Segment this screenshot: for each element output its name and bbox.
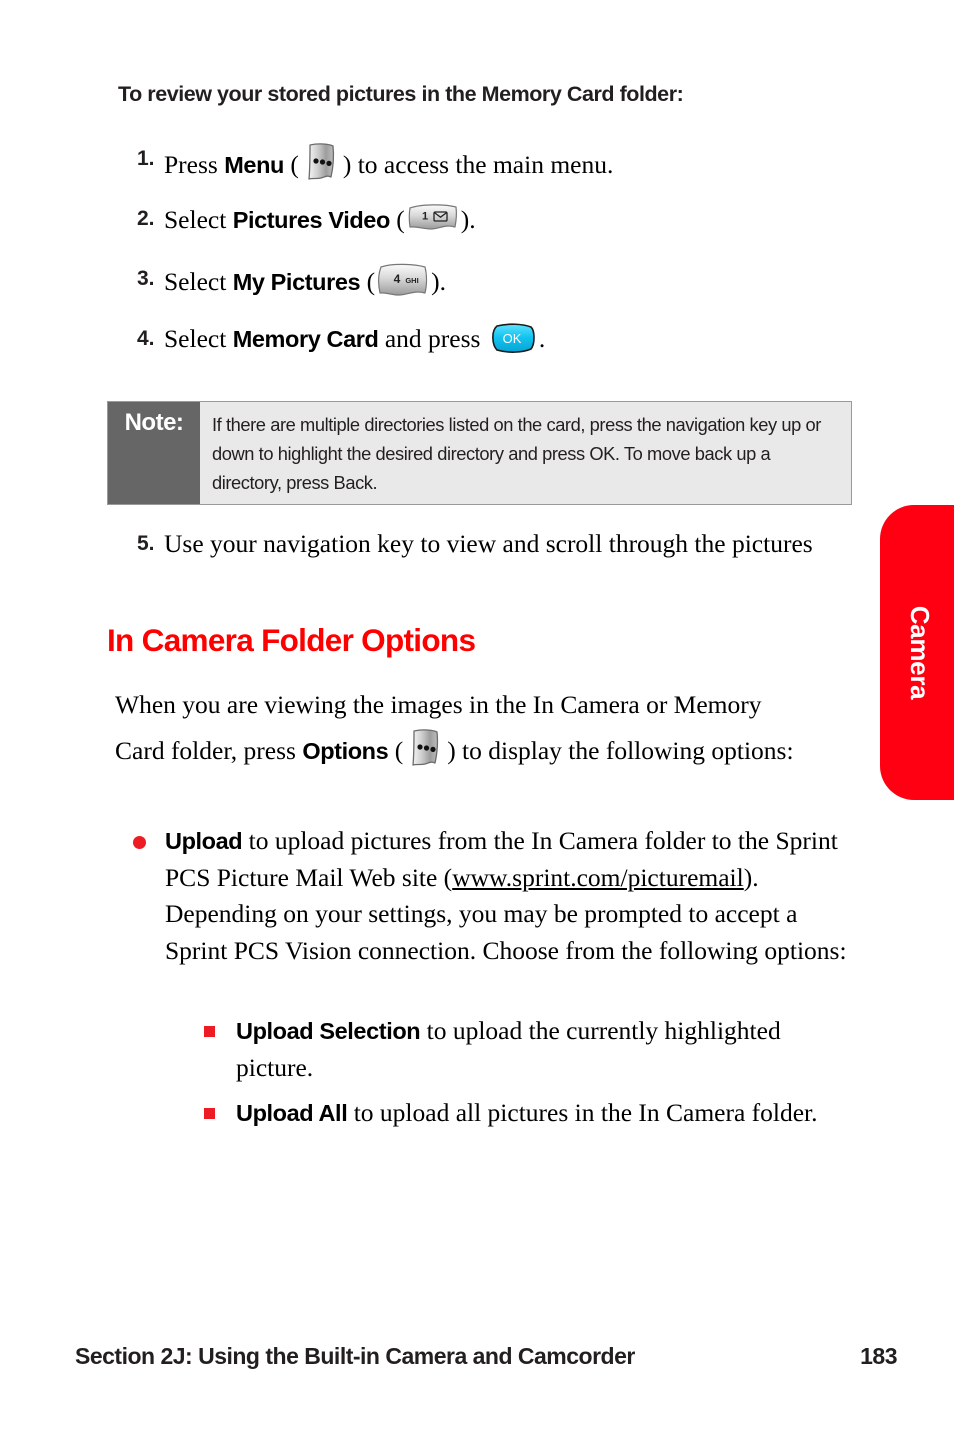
step-text-post: ) to access the main menu. <box>342 150 614 179</box>
bullet-emphasis: Upload <box>165 828 243 854</box>
step-text-pre: Select <box>164 267 233 296</box>
bullet-text: Upload to upload pictures from the In Ca… <box>165 823 855 969</box>
softkey-menu-icon <box>299 142 343 182</box>
step-text: Select My Pictures (4 GHI). <box>164 262 858 300</box>
step-text-pre: Select <box>164 205 233 234</box>
step-number: 2. <box>137 207 155 230</box>
procedure-step-3: 3. Select My Pictures (4 GHI). <box>118 262 858 300</box>
procedure-step-2: 2. Select Pictures Video (1). <box>118 202 858 237</box>
bullet-text-body: to upload all pictures in the In Camera … <box>347 1098 818 1127</box>
key-4-ghi-icon: 4 GHI <box>375 262 431 300</box>
square-bullet-icon <box>204 1026 215 1037</box>
step-text-pre: Press <box>164 150 225 179</box>
step-text: Press Menu ( ) to access the main menu. <box>164 142 858 182</box>
page-intro-heading: To review your stored pictures in the Me… <box>118 82 684 106</box>
key-1-message-icon: 1 <box>405 202 461 236</box>
step-number: 4. <box>137 327 155 350</box>
key-4-letters-label: GHI <box>405 276 418 285</box>
step-text-post: ). <box>460 205 476 234</box>
softkey-options-icon <box>403 728 447 768</box>
note-body-text: If there are multiple directories listed… <box>212 414 821 493</box>
picture-mail-web-link[interactable]: www.sprint.com/picturemail <box>452 863 744 892</box>
side-tab-label: Camera <box>905 605 936 700</box>
paragraph-part-2: ( <box>388 736 404 765</box>
step-text: Select Memory Card and press OK. <box>164 322 858 356</box>
note-label-cell: Note: <box>108 402 200 504</box>
bullet-text: Upload All to upload all pictures in the… <box>236 1095 864 1132</box>
note-callout: Note: If there are multiple directories … <box>107 401 852 505</box>
step-number: 5. <box>137 532 155 555</box>
paragraph-emphasis: Options <box>302 738 389 764</box>
section-intro-paragraph: When you are viewing the images in the I… <box>115 682 815 774</box>
ok-button-icon: OK <box>487 322 539 356</box>
step-text-mid: ( <box>360 267 376 296</box>
step-text: Select Pictures Video (1). <box>164 202 858 237</box>
step-text-post: . <box>538 324 546 353</box>
step-text-mid: ( <box>389 205 405 234</box>
bullet-text: Upload Selection to upload the currently… <box>236 1013 854 1086</box>
step-number: 3. <box>137 267 155 290</box>
step-emphasis: Menu <box>224 152 284 178</box>
bullet-emphasis: Upload All <box>236 1100 348 1126</box>
step-text-pre: Select <box>164 324 233 353</box>
procedure-step-4: 4. Select Memory Card and press OK. <box>118 322 858 356</box>
procedure-step-1: 1. Press Menu ( ) to access the main menu… <box>118 142 858 182</box>
bullet-emphasis: Upload Selection <box>236 1018 421 1044</box>
bullet-marker <box>204 1013 236 1037</box>
section-heading: In Camera Folder Options <box>107 622 476 658</box>
footer-page-number: 183 <box>860 1343 897 1369</box>
bullet-marker <box>204 1095 236 1119</box>
key-4-digit-label: 4 <box>394 272 401 286</box>
step-text-post: ). <box>431 267 446 296</box>
step-emphasis: Pictures Video <box>232 207 391 233</box>
round-bullet-icon <box>133 836 146 849</box>
step-number: 1. <box>137 147 155 170</box>
bullet-item-upload: Upload to upload pictures from the In Ca… <box>133 823 855 969</box>
step-text-mid: and press <box>378 324 487 353</box>
step-emphasis: My Pictures <box>232 269 361 295</box>
page-footer: Section 2J: Using the Built-in Camera an… <box>75 1343 915 1370</box>
section-side-tab: Camera <box>880 505 954 800</box>
bullet-item-upload-selection: Upload Selection to upload the currently… <box>204 1013 854 1086</box>
step-text-mid: ( <box>283 150 299 179</box>
note-label: Note: <box>124 409 184 436</box>
ok-button-label: OK <box>502 331 521 346</box>
paragraph-part-3: ) to display the following options: <box>447 736 794 765</box>
key-1-digit-label: 1 <box>422 211 428 223</box>
step-text: Use your navigation key to view and scro… <box>164 529 813 558</box>
step-emphasis: Memory Card <box>232 326 379 352</box>
square-bullet-icon <box>204 1108 215 1119</box>
bullet-marker <box>133 823 165 849</box>
bullet-item-upload-all: Upload All to upload all pictures in the… <box>204 1095 864 1132</box>
footer-section-title: Section 2J: Using the Built-in Camera an… <box>75 1343 635 1369</box>
procedure-step-5: 5. Use your navigation key to view and s… <box>118 527 838 561</box>
